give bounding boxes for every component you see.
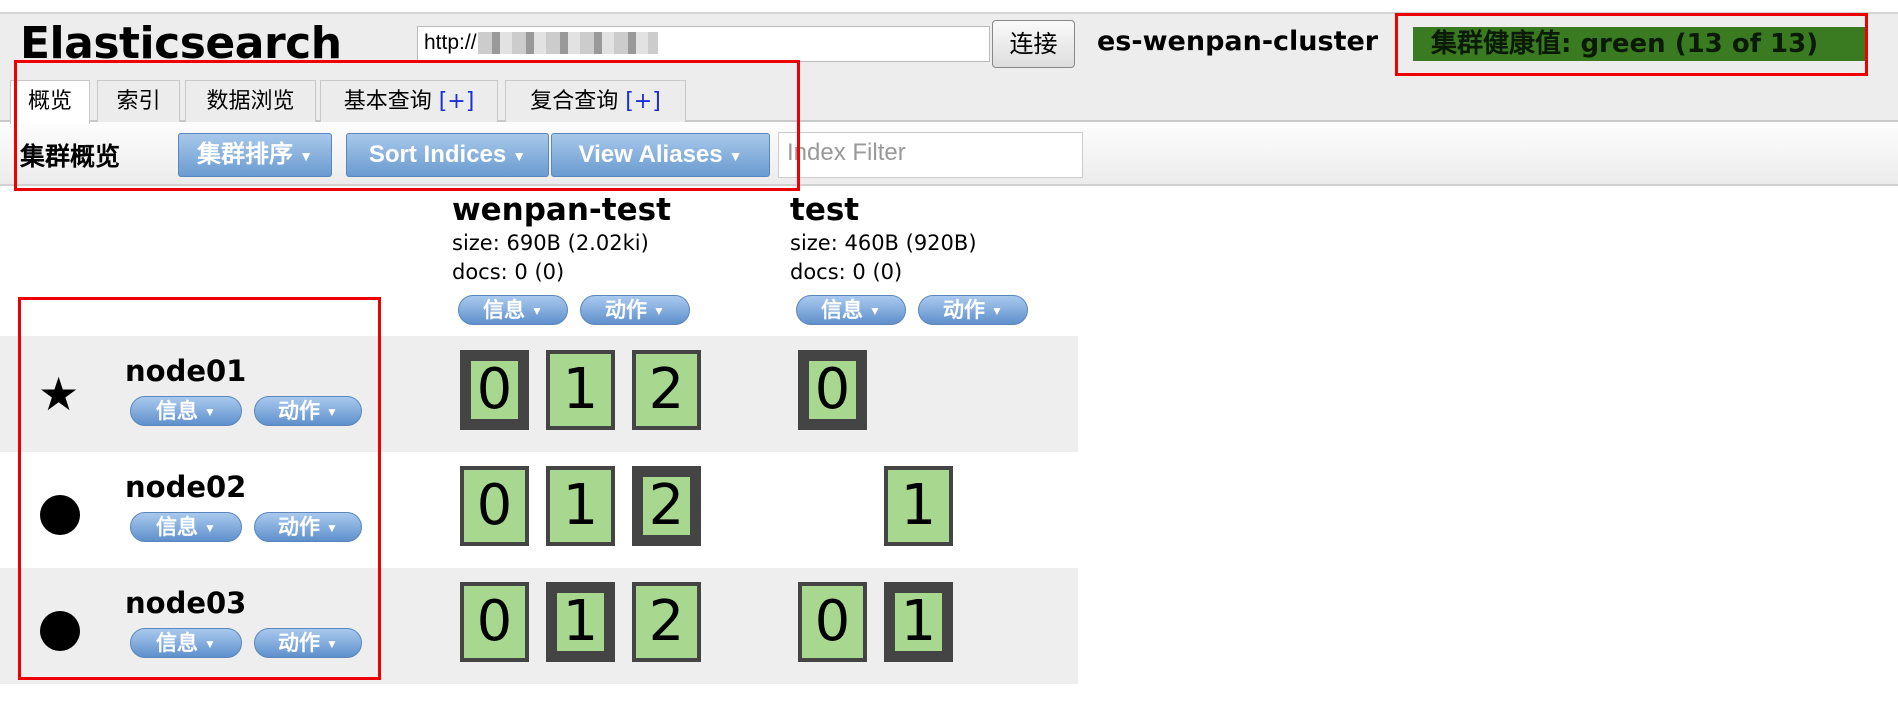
replica-shard[interactable]: 1: [546, 466, 615, 546]
primary-shard[interactable]: 2: [632, 466, 701, 546]
highlight-box: [1395, 13, 1868, 76]
index-info-button[interactable]: 信息 ▼: [796, 295, 906, 325]
index-size: size: 690B (2.02ki): [452, 231, 649, 255]
primary-shard[interactable]: 0: [798, 350, 867, 430]
button-label: 信息: [483, 299, 526, 322]
primary-shard[interactable]: 1: [546, 582, 615, 662]
replica-shard[interactable]: 0: [798, 582, 867, 662]
caret-down-icon: ▼: [991, 304, 1003, 319]
highlight-box: [18, 297, 381, 680]
replica-shard[interactable]: 0: [460, 582, 529, 662]
replica-shard[interactable]: 1: [884, 466, 953, 546]
index-info-button[interactable]: 信息 ▼: [458, 295, 568, 325]
index-name: test: [790, 192, 860, 228]
index-name: wenpan-test: [452, 192, 671, 228]
replica-shard[interactable]: 2: [632, 350, 701, 430]
index-action-button[interactable]: 动作 ▼: [580, 295, 690, 325]
caret-down-icon: ▼: [869, 304, 881, 319]
caret-down-icon: ▼: [653, 304, 665, 319]
button-label: 动作: [605, 299, 648, 322]
redacted-host: [478, 32, 658, 54]
cluster-name: es-wenpan-cluster: [1097, 26, 1379, 57]
primary-shard[interactable]: 0: [460, 350, 529, 430]
index-docs: docs: 0 (0): [790, 260, 903, 284]
caret-down-icon: ▼: [531, 304, 543, 319]
connect-button[interactable]: 连接: [992, 20, 1075, 68]
replica-shard[interactable]: 2: [632, 582, 701, 662]
index-action-button[interactable]: 动作 ▼: [918, 295, 1028, 325]
replica-shard[interactable]: 0: [460, 466, 529, 546]
button-label: 信息: [821, 299, 864, 322]
highlight-box: [14, 60, 800, 191]
replica-shard[interactable]: 1: [546, 350, 615, 430]
index-size: size: 460B (920B): [790, 231, 977, 255]
index-docs: docs: 0 (0): [452, 260, 565, 284]
index-filter-input[interactable]: Index Filter: [778, 132, 1083, 178]
button-label: 动作: [943, 299, 986, 322]
primary-shard[interactable]: 1: [884, 582, 953, 662]
